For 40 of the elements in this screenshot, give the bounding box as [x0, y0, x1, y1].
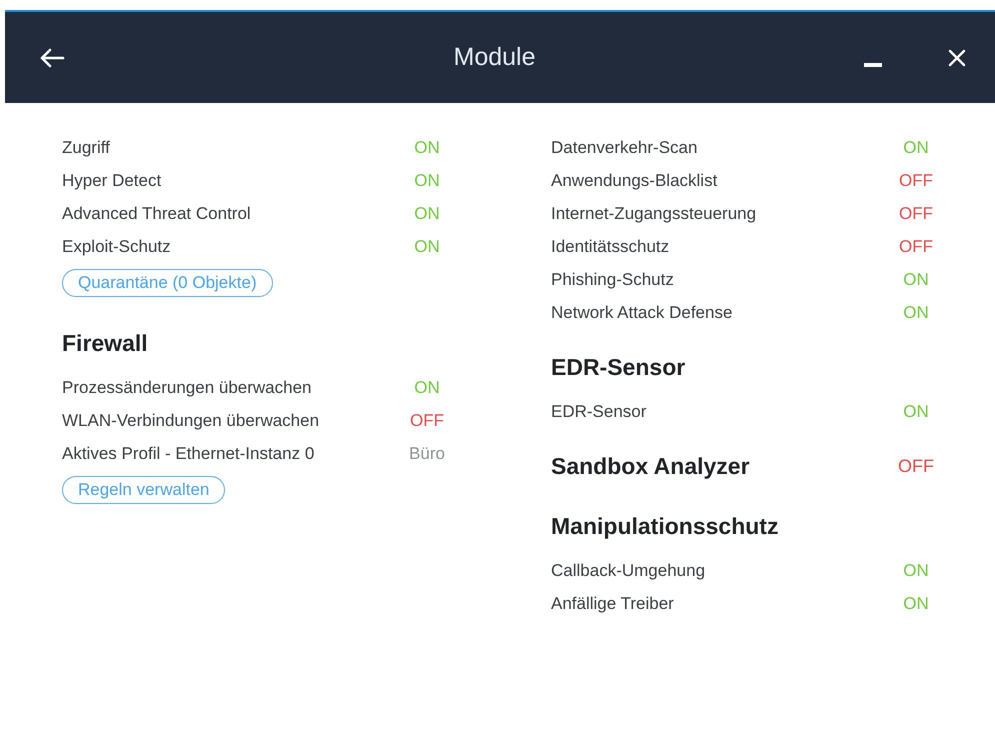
status-value: ON [902, 270, 930, 290]
action-button[interactable]: Quarantäne (0 Objekte) [62, 269, 273, 297]
status-value: ON [413, 204, 441, 224]
setting-label: Aktives Profil - Ethernet-Instanz 0 [62, 444, 316, 464]
status-value: OFF [898, 204, 934, 224]
window-title: Module [452, 43, 536, 72]
setting-label: EDR-Sensor [551, 402, 648, 422]
section-heading: Sandbox Analyzer [551, 452, 751, 480]
status-value: ON [413, 138, 441, 158]
section-heading: EDR-Sensor [551, 354, 686, 380]
setting-label: Identitätsschutz [551, 236, 670, 256]
status-value: OFF [409, 410, 445, 430]
setting-label: Datenverkehr-Scan [551, 138, 698, 158]
status-value: Büro [408, 444, 446, 464]
setting-label: Prozessänderungen überwachen [62, 378, 313, 398]
status-value: ON [413, 170, 441, 190]
status-value: OFF [898, 236, 934, 256]
action-button[interactable]: Regeln verwalten [62, 476, 226, 504]
setting-label: Exploit-Schutz [62, 236, 172, 256]
setting-label: Network Attack Defense [551, 302, 734, 322]
status-value: ON [902, 402, 930, 422]
status-value: OFF [898, 170, 934, 190]
status-value: OFF [897, 456, 935, 476]
setting-label: Callback-Umgehung [551, 560, 706, 580]
status-value: ON [902, 594, 930, 614]
setting-label: Internet-Zugangssteuerung [551, 204, 758, 224]
setting-label: Anwendungs-Blacklist [551, 170, 718, 190]
section-heading: Firewall [62, 330, 149, 356]
section-heading: Manipulationsschutz [551, 512, 780, 540]
status-value: ON [902, 138, 930, 158]
status-value: ON [902, 560, 930, 580]
setting-label: Anfällige Treiber [551, 594, 675, 614]
setting-label: Advanced Threat Control [62, 204, 252, 224]
status-value: ON [902, 302, 930, 322]
status-value: ON [413, 236, 441, 256]
status-value: ON [413, 378, 441, 398]
setting-label: Phishing-Schutz [551, 270, 675, 290]
setting-label: Hyper Detect [62, 170, 162, 190]
setting-label: WLAN-Verbindungen überwachen [62, 410, 320, 430]
setting-label: Zugriff [62, 138, 111, 158]
